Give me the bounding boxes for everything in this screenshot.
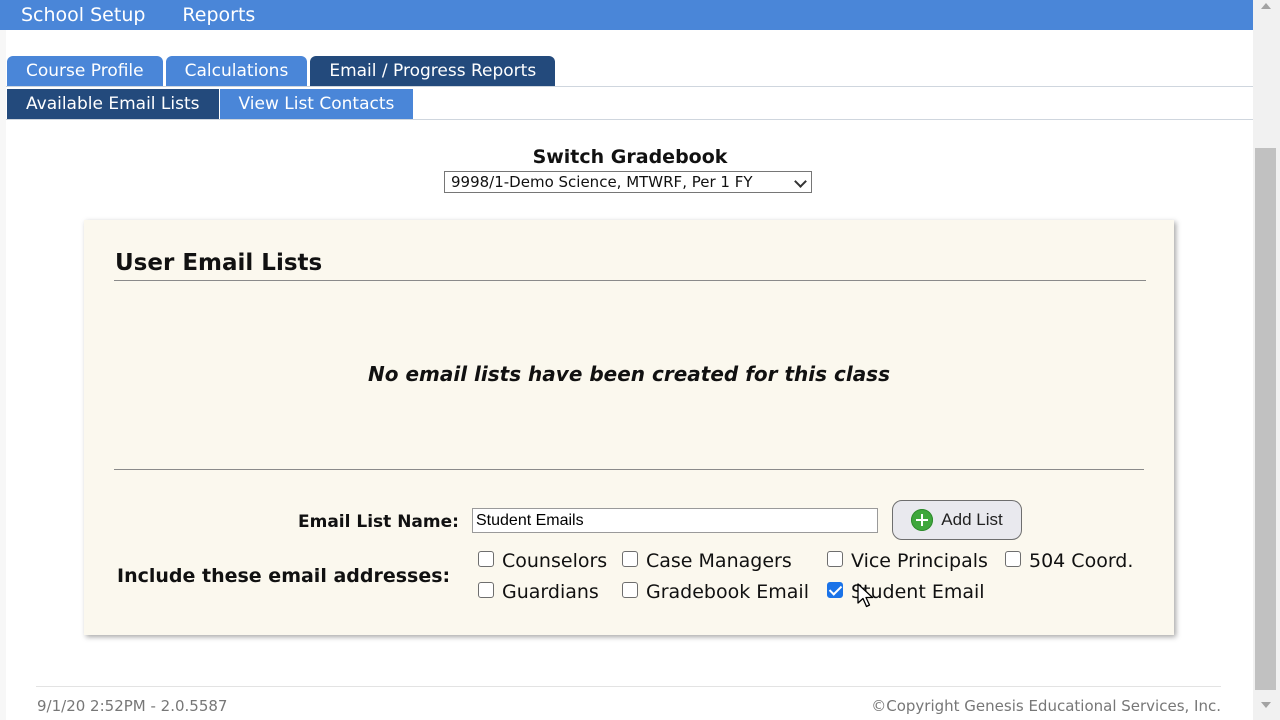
checkbox-gradebook-email[interactable]	[622, 582, 638, 598]
tab-course-profile[interactable]: Course Profile	[7, 56, 163, 86]
include-addresses-label: Include these email addresses:	[117, 565, 451, 587]
checkbox-student-email[interactable]	[827, 582, 843, 598]
subtabs-divider	[6, 119, 1253, 120]
form-divider	[114, 469, 1144, 470]
option-504-coord[interactable]: 504 Coord.	[1005, 550, 1133, 572]
left-edge	[0, 30, 6, 720]
option-label: 504 Coord.	[1029, 550, 1134, 572]
option-label: Guardians	[502, 581, 599, 603]
option-counselors[interactable]: Counselors	[478, 550, 607, 572]
tab-calculations[interactable]: Calculations	[165, 56, 308, 86]
add-list-label: Add List	[941, 510, 1003, 529]
vertical-scrollbar[interactable]	[1253, 0, 1280, 720]
add-plus-icon	[911, 509, 934, 531]
empty-lists-message: No email lists have been created for thi…	[368, 362, 890, 386]
subtab-view-list-contacts[interactable]: View List Contacts	[219, 89, 414, 119]
gradebook-select-value: 9998/1-Demo Science, MTWRF, Per 1 FY	[451, 173, 753, 191]
footer-timestamp-version: 9/1/20 2:52PM - 2.0.5587	[37, 697, 228, 715]
email-list-name-label: Email List Name:	[298, 512, 459, 532]
option-case-managers[interactable]: Case Managers	[622, 550, 792, 572]
email-list-name-input[interactable]	[472, 508, 878, 533]
option-label: Counselors	[502, 550, 608, 572]
option-guardians[interactable]: Guardians	[478, 581, 599, 603]
chevron-down-icon	[794, 175, 807, 188]
tab-email-progress-reports[interactable]: Email / Progress Reports	[310, 56, 556, 86]
checkbox-vice-principals[interactable]	[827, 551, 843, 567]
title-divider	[114, 280, 1146, 281]
scroll-up-arrow-icon[interactable]	[1261, 3, 1271, 9]
gradebook-select[interactable]: 9998/1-Demo Science, MTWRF, Per 1 FY	[444, 171, 812, 193]
footer-copyright: ©Copyright Genesis Educational Services,…	[871, 697, 1221, 715]
option-label: Gradebook Email	[646, 581, 809, 603]
nav-school-setup[interactable]: School Setup	[21, 4, 145, 26]
sub-tabs: Available Email Lists View List Contacts	[7, 89, 414, 119]
add-list-button[interactable]: Add List	[892, 500, 1022, 540]
option-student-email[interactable]: Student Email	[827, 581, 985, 603]
panel-title: User Email Lists	[115, 250, 323, 276]
footer-divider	[36, 686, 1221, 687]
checkbox-case-managers[interactable]	[622, 551, 638, 567]
tabs-divider	[6, 86, 1253, 87]
top-navigation-bar: School Setup Reports	[0, 0, 1253, 30]
checkbox-guardians[interactable]	[478, 582, 494, 598]
nav-reports[interactable]: Reports	[182, 4, 255, 26]
option-label: Vice Principals	[851, 550, 988, 572]
option-label: Case Managers	[646, 550, 792, 572]
user-email-lists-panel: User Email Lists No email lists have bee…	[84, 220, 1174, 635]
scrollbar-thumb[interactable]	[1255, 148, 1276, 690]
checkbox-counselors[interactable]	[478, 551, 494, 567]
subtab-available-email-lists[interactable]: Available Email Lists	[7, 89, 219, 119]
checkbox-504-coord[interactable]	[1005, 551, 1021, 567]
main-tabs: Course Profile Calculations Email / Prog…	[7, 56, 556, 86]
option-gradebook-email[interactable]: Gradebook Email	[622, 581, 809, 603]
option-vice-principals[interactable]: Vice Principals	[827, 550, 988, 572]
scroll-down-arrow-icon[interactable]	[1261, 702, 1271, 708]
switch-gradebook-title: Switch Gradebook	[532, 146, 728, 168]
